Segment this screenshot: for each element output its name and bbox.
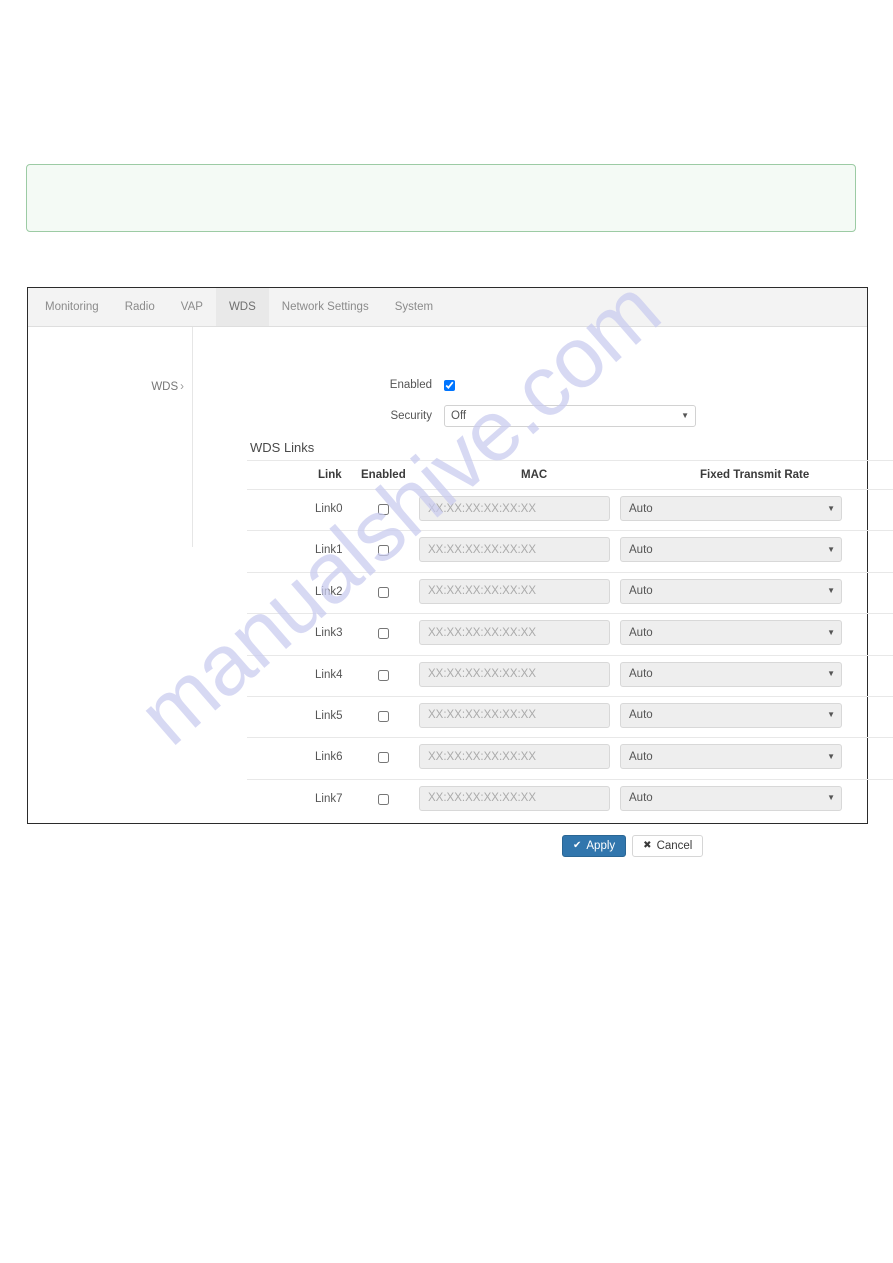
apply-button[interactable]: ✔ Apply (562, 835, 627, 857)
chevron-right-icon: › (180, 381, 184, 393)
fixed-transmit-rate-wrap: Auto ▼ (620, 702, 842, 728)
fixed-transmit-rate-wrap: Auto ▼ (620, 537, 842, 563)
mac-address-input[interactable] (419, 785, 610, 811)
mac-address-input[interactable] (419, 620, 610, 646)
fixed-transmit-rate-select[interactable]: Auto (620, 620, 842, 646)
fixed-transmit-rate-wrap: Auto ▼ (620, 785, 842, 811)
check-icon: ✔ (573, 840, 582, 851)
column-header-fixed-transmit-rate: Fixed Transmit Rate (700, 469, 810, 481)
table-row: Link3 Auto▼ (247, 613, 893, 654)
table-row: Link0 Auto▼ (247, 489, 893, 530)
link-enabled-checkbox[interactable] (378, 504, 389, 515)
table-row: Link1 Auto▼ (247, 530, 893, 571)
panel-body: WDS › Enabled Security Off ▼ WDS Links L… (28, 327, 893, 857)
wds-links-table: Link Enabled MAC Fixed Transmit Rate Lin… (247, 465, 893, 820)
fixed-transmit-rate-select[interactable]: Auto (620, 785, 842, 811)
tab-network-settings[interactable]: Network Settings (269, 288, 382, 326)
tab-vap[interactable]: VAP (168, 288, 216, 326)
enabled-label: Enabled (389, 379, 432, 391)
security-label: Security (390, 410, 432, 422)
cancel-button[interactable]: ✖ Cancel (632, 835, 704, 857)
status-alert-banner (26, 164, 856, 232)
link-enabled-checkbox[interactable] (378, 669, 389, 681)
fixed-transmit-rate-wrap: Auto ▼ (620, 496, 842, 521)
table-row: Link4 Auto▼ (247, 654, 893, 696)
fixed-transmit-rate-select[interactable]: Auto (620, 578, 842, 604)
fixed-transmit-rate-wrap: Auto ▼ (620, 661, 842, 687)
fixed-transmit-rate-wrap: Auto ▼ (620, 620, 842, 646)
enabled-field-row: Enabled (346, 379, 455, 391)
link-enabled-checkbox[interactable] (378, 793, 389, 805)
tab-monitoring[interactable]: Monitoring (32, 288, 112, 326)
security-select[interactable]: Off (444, 405, 696, 427)
fixed-transmit-rate-wrap: Auto ▼ (620, 578, 842, 604)
mac-address-input[interactable] (419, 496, 610, 521)
cancel-button-label: Cancel (656, 840, 693, 852)
column-header-link: Link (318, 469, 342, 481)
table-row: Link7 Auto▼ (247, 778, 893, 820)
security-select-wrap: Off ▼ (444, 405, 696, 427)
mac-address-input[interactable] (419, 537, 610, 563)
column-header-enabled: Enabled (361, 469, 406, 481)
tab-radio[interactable]: Radio (112, 288, 168, 326)
fixed-transmit-rate-wrap: Auto ▼ (620, 744, 842, 770)
mac-address-input[interactable] (419, 578, 610, 604)
link-enabled-checkbox[interactable] (378, 586, 389, 598)
form-actions: ✔ Apply ✖ Cancel (562, 835, 704, 857)
link-enabled-checkbox[interactable] (378, 628, 389, 640)
link-enabled-checkbox[interactable] (378, 710, 389, 722)
main-tab-bar: Monitoring Radio VAP WDS Network Settings Sys… (28, 288, 867, 327)
fixed-transmit-rate-select[interactable]: Auto (620, 661, 842, 687)
column-header-mac: MAC (521, 469, 548, 481)
table-row: Link2 Auto▼ (247, 571, 893, 613)
link-name-label: Link5 (315, 709, 343, 722)
table-row: Link6 Auto▼ (247, 737, 893, 778)
mac-address-input[interactable] (419, 661, 610, 687)
settings-content: Enabled Security Off ▼ WDS Links Link En… (194, 327, 893, 857)
tab-system[interactable]: System (382, 288, 446, 326)
link-name-label: Link6 (315, 751, 343, 764)
fixed-transmit-rate-select[interactable]: Auto (620, 702, 842, 728)
table-body: Link0 Auto▼ Link1 Auto▼ Link2 Auto▼ Link3 Auto▼… (247, 489, 893, 820)
mac-address-input[interactable] (419, 744, 610, 770)
tab-wds[interactable]: WDS (215, 288, 269, 326)
fixed-transmit-rate-select[interactable]: Auto (620, 537, 842, 563)
link-name-label: Link2 (315, 585, 343, 598)
link-name-label: Link1 (315, 544, 343, 557)
wds-enabled-checkbox[interactable] (444, 379, 455, 391)
section-divider (247, 460, 893, 461)
apply-button-label: Apply (586, 840, 616, 852)
mac-address-input[interactable] (419, 702, 610, 728)
security-field-row: Security Off ▼ (346, 405, 696, 427)
fixed-transmit-rate-select[interactable]: Auto (620, 744, 842, 770)
link-name-label: Link3 (315, 627, 343, 640)
sidebar-item-label: WDS (151, 381, 179, 393)
link-name-label: Link7 (315, 792, 343, 805)
close-icon: ✖ (643, 840, 652, 851)
table-row: Link5 Auto▼ (247, 695, 893, 737)
sidebar-item-wds[interactable]: WDS › (151, 381, 184, 393)
wds-links-heading: WDS Links (250, 440, 315, 455)
wds-configuration-panel: Monitoring Radio VAP WDS Network Settings Sys… (27, 287, 893, 857)
link-enabled-checkbox[interactable] (378, 545, 389, 557)
secondary-sidebar: WDS › (28, 327, 193, 547)
table-header-row: Link Enabled MAC Fixed Transmit Rate (247, 465, 893, 489)
fixed-transmit-rate-select[interactable]: Auto (620, 496, 842, 521)
link-enabled-checkbox[interactable] (378, 752, 389, 764)
link-name-label: Link4 (315, 668, 343, 681)
link-name-label: Link0 (315, 503, 343, 515)
